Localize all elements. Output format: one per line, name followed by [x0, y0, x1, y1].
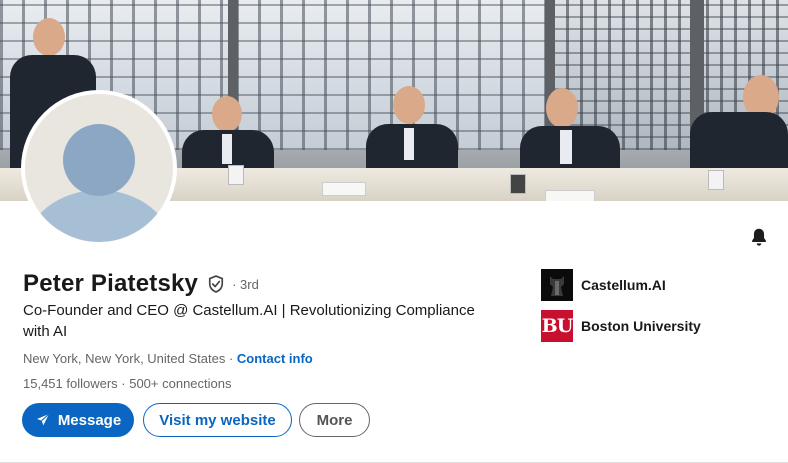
more-button-label: More	[316, 411, 353, 429]
visit-website-button[interactable]: Visit my website	[143, 403, 292, 437]
profile-card: Peter Piatetsky · 3rd Co-Founder and CEO…	[0, 0, 788, 463]
bu-logo-text: BU	[541, 315, 574, 337]
profile-avatar[interactable]	[21, 90, 177, 246]
company-name: Castellum.AI	[581, 277, 666, 293]
shield-check-icon[interactable]	[206, 274, 226, 294]
profile-location: New York, New York, United States ·	[23, 351, 234, 366]
bu-logo: BU	[541, 310, 573, 342]
default-person-icon	[25, 94, 173, 242]
profile-name: Peter Piatetsky	[23, 270, 199, 297]
visit-website-button-label: Visit my website	[159, 411, 276, 429]
paper-plane-icon	[36, 413, 50, 426]
school-name: Boston University	[581, 318, 701, 334]
contact-info-link[interactable]: Contact info	[237, 351, 313, 366]
profile-location-row: New York, New York, United States · Cont…	[23, 351, 313, 366]
profile-stats: 15,451 followers · 500+ connections	[23, 376, 232, 391]
current-company-link[interactable]: Castellum.AI	[541, 269, 666, 301]
castellum-logo	[541, 269, 573, 301]
education-link[interactable]: BU Boston University	[541, 310, 701, 342]
message-button-label: Message	[57, 411, 122, 429]
message-button[interactable]: Message	[22, 403, 134, 437]
bell-icon[interactable]	[748, 226, 770, 248]
profile-headline: Co-Founder and CEO @ Castellum.AI | Revo…	[23, 302, 475, 340]
profile-name-row: Peter Piatetsky · 3rd	[23, 270, 259, 298]
more-button[interactable]: More	[299, 403, 370, 437]
connection-degree: · 3rd	[232, 276, 259, 292]
